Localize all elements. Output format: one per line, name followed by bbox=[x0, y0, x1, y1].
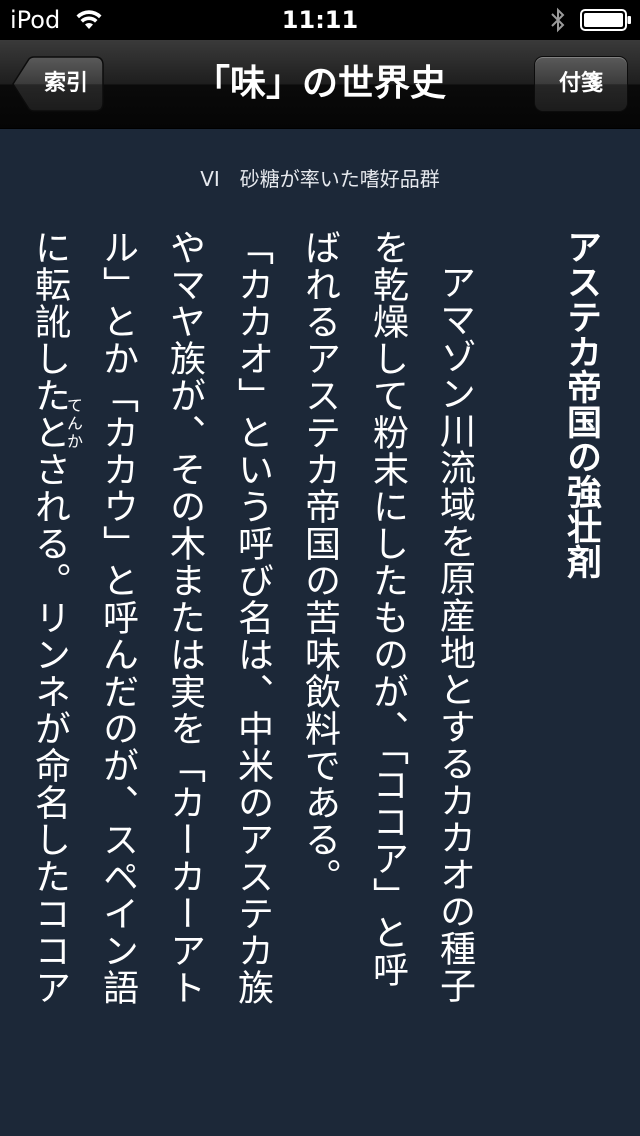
section-heading: アステカ帝国の強壮剤 bbox=[561, 229, 601, 579]
ruby-annotation: てんか bbox=[64, 397, 83, 451]
text-column: ばれるアステカ帝国の苦味飲料である。 bbox=[299, 229, 340, 895]
back-index-button[interactable]: 索引 bbox=[12, 56, 104, 112]
text-column: やマヤ族が、その木または実を「カーカーアト bbox=[164, 229, 205, 1006]
battery-icon bbox=[580, 9, 631, 31]
bookmark-button[interactable]: 付箋 bbox=[534, 56, 628, 112]
navigation-bar: 索引 「味」の世界史 付箋 bbox=[0, 40, 640, 129]
status-bar: iPod 11:11 bbox=[0, 0, 640, 40]
bluetooth-icon bbox=[551, 7, 565, 33]
clock-time: 11:11 bbox=[281, 6, 359, 34]
back-button-label: 索引 bbox=[43, 71, 88, 96]
book-title: 「味」の世界史 bbox=[193, 63, 446, 104]
text-column: アマゾン川流域を原産地とするカカオの種子 bbox=[434, 264, 475, 1004]
bookmark-button-label: 付箋 bbox=[558, 71, 603, 96]
text-column: 「カカオ」という呼び名は、中米のアステカ族 bbox=[232, 229, 273, 1006]
text-column: に転訛したとされる。リンネが命名したココア bbox=[29, 229, 70, 1006]
text-column: を乾燥して粉末にしたものが、「ココア」と呼 bbox=[367, 229, 408, 988]
text-column: ル」とか「カカウ」と呼んだのが、スペイン語 bbox=[97, 229, 138, 1006]
reading-area[interactable]: VI 砂糖が率いた嗜好品群 アステカ帝国の強壮剤 アマゾン川流域を原産地とするカ… bbox=[0, 129, 640, 1136]
chapter-header: VI 砂糖が率いた嗜好品群 bbox=[200, 167, 440, 191]
